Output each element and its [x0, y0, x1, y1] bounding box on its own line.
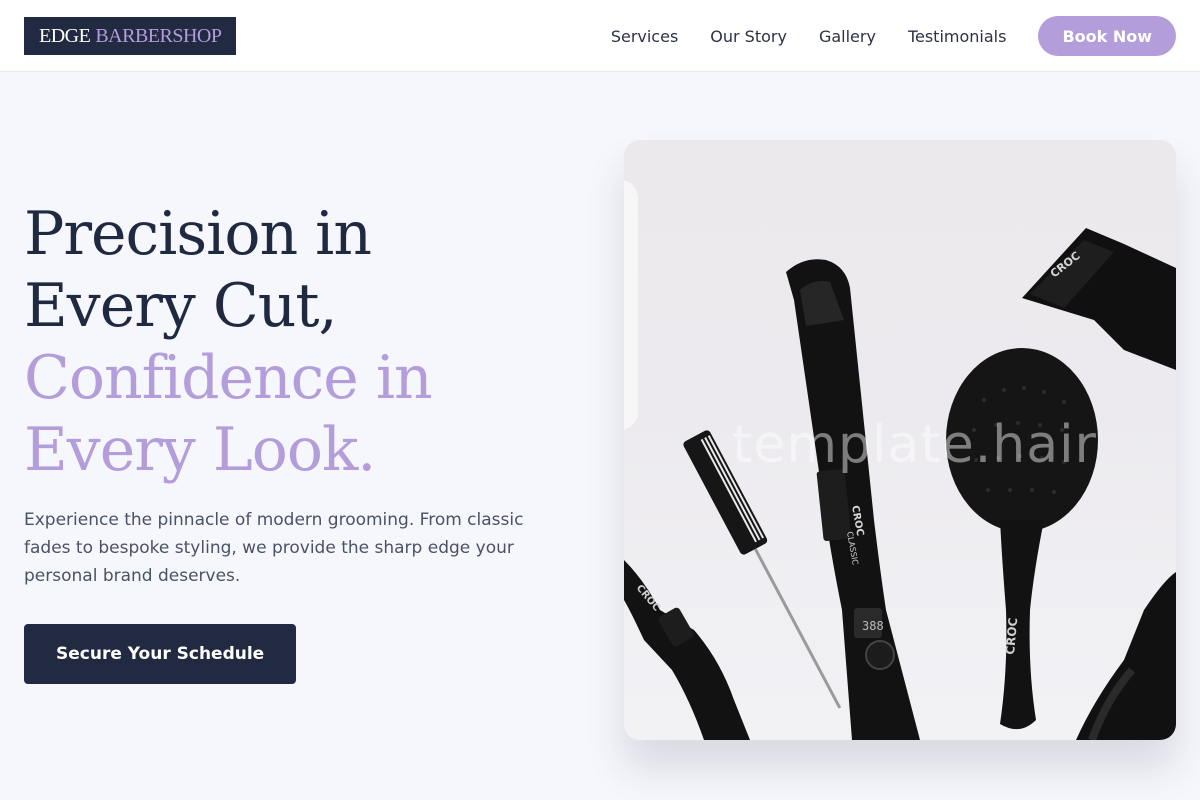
brand-logo[interactable]: EDGE BARBERSHOP	[24, 17, 237, 55]
hair-tools-photo: 388 CLASSIC CROC CROC CROC CROC	[624, 140, 1176, 740]
hero-description: Experience the pinnacle of modern groomi…	[24, 510, 524, 586]
hero-image: 388 CLASSIC CROC CROC CROC CROC template…	[624, 140, 1176, 740]
iron-display: 388	[862, 619, 884, 633]
nav-link-services[interactable]: Services	[611, 27, 678, 46]
book-now-button[interactable]: Book Now	[1038, 16, 1176, 56]
nav-link-gallery[interactable]: Gallery	[819, 27, 876, 46]
headline-line-1: Precision in	[24, 199, 372, 269]
logo-word-edge: EDGE	[39, 24, 91, 47]
headline-line-2: Every Cut,	[24, 271, 338, 341]
main-nav: Services Our Story Gallery Testimonials …	[611, 16, 1176, 56]
nav-link-testimonials[interactable]: Testimonials	[908, 27, 1007, 46]
hero-headline: Precision in Every Cut, Confidence in Ev…	[24, 198, 584, 486]
headline-line-4: Every Look.	[24, 415, 376, 485]
headline-line-3: Confidence in	[24, 343, 433, 413]
nav-link-our-story[interactable]: Our Story	[710, 27, 787, 46]
site-header: EDGE BARBERSHOP Services Our Story Galle…	[0, 0, 1200, 72]
hero-section: Precision in Every Cut, Confidence in Ev…	[24, 198, 584, 684]
secure-schedule-button[interactable]: Secure Your Schedule	[24, 624, 297, 684]
logo-word-barbershop: BARBERSHOP	[95, 24, 222, 47]
